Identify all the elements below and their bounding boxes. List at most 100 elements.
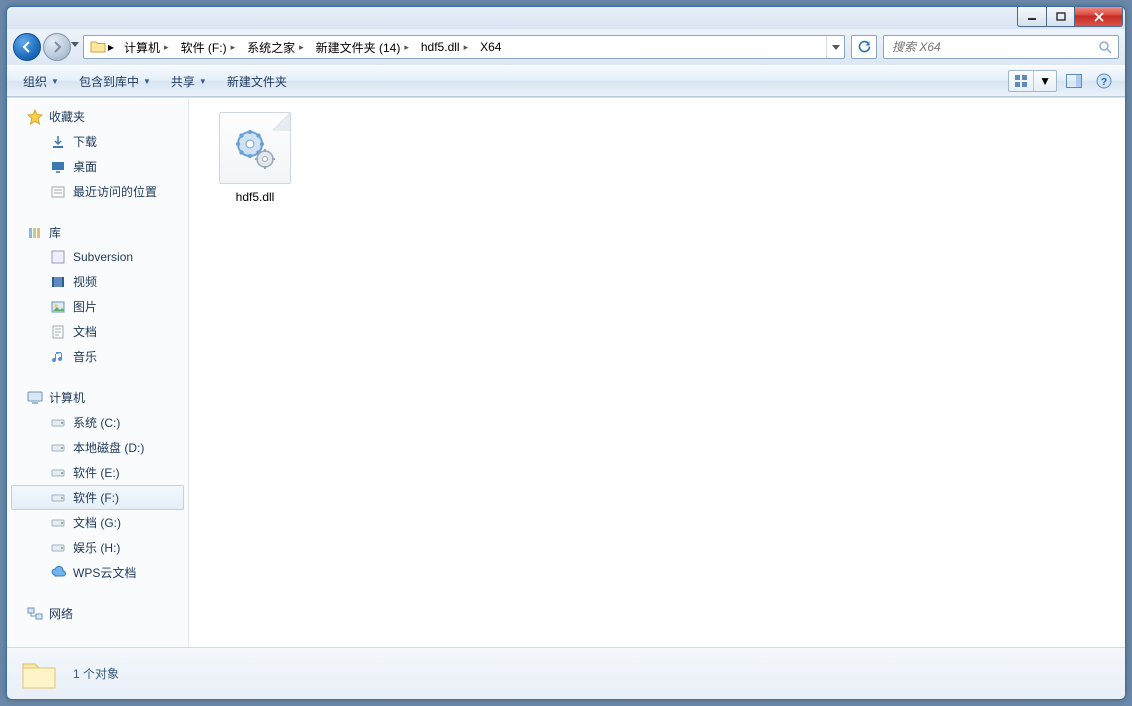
chevron-down-icon: ▼	[51, 77, 59, 86]
address-bar[interactable]: ▸ 计算机▸软件 (F:)▸系统之家▸新建文件夹 (14)▸hdf5.dll▸X…	[83, 35, 845, 59]
newfolder-label: 新建文件夹	[227, 73, 287, 90]
preview-pane-button[interactable]	[1061, 70, 1087, 92]
folder-icon	[19, 654, 59, 694]
organize-menu[interactable]: 组织 ▼	[15, 69, 67, 94]
nav-item[interactable]: 音乐	[11, 344, 184, 369]
network-icon	[27, 606, 43, 622]
nav-item[interactable]: 娱乐 (H:)	[11, 535, 184, 560]
item-icon	[50, 415, 66, 431]
item-icon	[50, 249, 66, 265]
refresh-button[interactable]	[851, 35, 877, 59]
command-bar: 组织 ▼ 包含到库中▼ 共享▼ 新建文件夹 ▼ ?	[7, 65, 1125, 97]
nav-item-label: 文档	[73, 323, 97, 340]
item-icon	[50, 565, 66, 581]
view-dropdown[interactable]: ▼	[1034, 71, 1056, 91]
help-button[interactable]: ?	[1091, 70, 1117, 92]
nav-item[interactable]: WPS云文档	[11, 560, 184, 585]
address-dropdown[interactable]	[826, 36, 844, 58]
chevron-right-icon: ▸	[164, 42, 169, 53]
forward-button[interactable]	[43, 33, 71, 61]
nav-row: ▸ 计算机▸软件 (F:)▸系统之家▸新建文件夹 (14)▸hdf5.dll▸X…	[7, 29, 1125, 65]
item-icon	[50, 440, 66, 456]
favorites-label: 收藏夹	[49, 108, 85, 125]
breadcrumb-segment[interactable]: 软件 (F:)▸	[175, 36, 242, 58]
breadcrumb-segment[interactable]: 系统之家 ▸	[241, 36, 310, 58]
organize-label: 组织	[23, 73, 47, 90]
breadcrumb-label: 系统之家	[247, 39, 295, 56]
nav-item[interactable]: 视频	[11, 269, 184, 294]
nav-item-label: 娱乐 (H:)	[73, 539, 120, 556]
breadcrumb-segment[interactable]: 计算机 ▸	[118, 36, 175, 58]
status-text: 1 个对象	[73, 665, 119, 682]
nav-item-label: 图片	[73, 298, 97, 315]
nav-item[interactable]: 最近访问的位置	[11, 179, 184, 204]
nav-item-label: WPS云文档	[73, 564, 136, 581]
item-icon	[50, 184, 66, 200]
breadcrumb-label: X64	[480, 40, 501, 54]
breadcrumb-label: 计算机	[124, 39, 160, 56]
computer-header[interactable]: 计算机	[7, 387, 188, 410]
file-item[interactable]: hdf5.dll	[207, 112, 303, 204]
nav-item-label: 软件 (E:)	[73, 464, 120, 481]
recent-pages-dropdown[interactable]	[71, 42, 81, 52]
items-view[interactable]: hdf5.dll	[189, 98, 1125, 647]
close-button[interactable]	[1075, 7, 1123, 27]
item-icon	[50, 465, 66, 481]
item-icon	[50, 490, 66, 506]
network-label: 网络	[49, 605, 73, 622]
new-folder-button[interactable]: 新建文件夹	[219, 69, 295, 94]
titlebar	[7, 7, 1125, 29]
nav-item-label: 本地磁盘 (D:)	[73, 439, 144, 456]
minimize-button[interactable]	[1017, 7, 1047, 27]
nav-item-label: 桌面	[73, 158, 97, 175]
navigation-pane[interactable]: 收藏夹 下载桌面最近访问的位置 库 Subversion 视频图片文档音乐 计算机…	[7, 98, 189, 647]
nav-item[interactable]: 系统 (C:)	[11, 410, 184, 435]
address-icon: ▸	[84, 36, 118, 58]
nav-item[interactable]: 文档	[11, 319, 184, 344]
share-menu[interactable]: 共享▼	[163, 69, 215, 94]
nav-item[interactable]: 下载	[11, 129, 184, 154]
nav-item[interactable]: 图片	[11, 294, 184, 319]
explorer-window: ▸ 计算机▸软件 (F:)▸系统之家▸新建文件夹 (14)▸hdf5.dll▸X…	[6, 6, 1126, 700]
computer-label: 计算机	[49, 389, 85, 406]
nav-item[interactable]: 软件 (F:)	[11, 485, 184, 510]
back-button[interactable]	[13, 33, 41, 61]
favorites-header[interactable]: 收藏夹	[7, 106, 188, 129]
nav-item[interactable]: Subversion	[11, 245, 184, 269]
chevron-down-icon: ▼	[199, 77, 207, 86]
search-input[interactable]	[890, 39, 1098, 55]
nav-item-label: Subversion	[73, 250, 133, 264]
search-box[interactable]	[883, 35, 1119, 59]
network-header[interactable]: 网络	[7, 603, 188, 626]
nav-item-label: 系统 (C:)	[73, 414, 120, 431]
item-icon	[50, 159, 66, 175]
maximize-button[interactable]	[1047, 7, 1075, 27]
item-icon	[50, 515, 66, 531]
nav-item[interactable]: 桌面	[11, 154, 184, 179]
svg-text:?: ?	[1101, 77, 1107, 88]
view-icon	[1009, 71, 1033, 91]
nav-item[interactable]: 文档 (G:)	[11, 510, 184, 535]
nav-item[interactable]: 软件 (E:)	[11, 460, 184, 485]
change-view-button[interactable]: ▼	[1008, 70, 1057, 92]
star-icon	[27, 109, 43, 125]
breadcrumb-segment[interactable]: X64	[474, 36, 507, 58]
nav-item[interactable]: 本地磁盘 (D:)	[11, 435, 184, 460]
include-in-library-menu[interactable]: 包含到库中▼	[71, 69, 159, 94]
details-pane: 1 个对象	[7, 647, 1125, 699]
file-thumbnail	[219, 112, 291, 184]
chevron-right-icon: ▸	[231, 42, 236, 53]
nav-buttons	[13, 32, 77, 62]
nav-item-label: 最近访问的位置	[73, 183, 157, 200]
nav-item-label: 文档 (G:)	[73, 514, 121, 531]
item-icon	[50, 540, 66, 556]
chevron-right-icon: ▸	[464, 42, 469, 53]
nav-item-label: 音乐	[73, 348, 97, 365]
libraries-header[interactable]: 库	[7, 222, 188, 245]
breadcrumb-segment[interactable]: hdf5.dll▸	[415, 36, 474, 58]
item-icon	[50, 274, 66, 290]
chevron-down-icon: ▼	[143, 77, 151, 86]
breadcrumb-segment[interactable]: 新建文件夹 (14)▸	[310, 36, 415, 58]
item-icon	[50, 134, 66, 150]
chevron-right-icon: ▸	[299, 42, 304, 53]
